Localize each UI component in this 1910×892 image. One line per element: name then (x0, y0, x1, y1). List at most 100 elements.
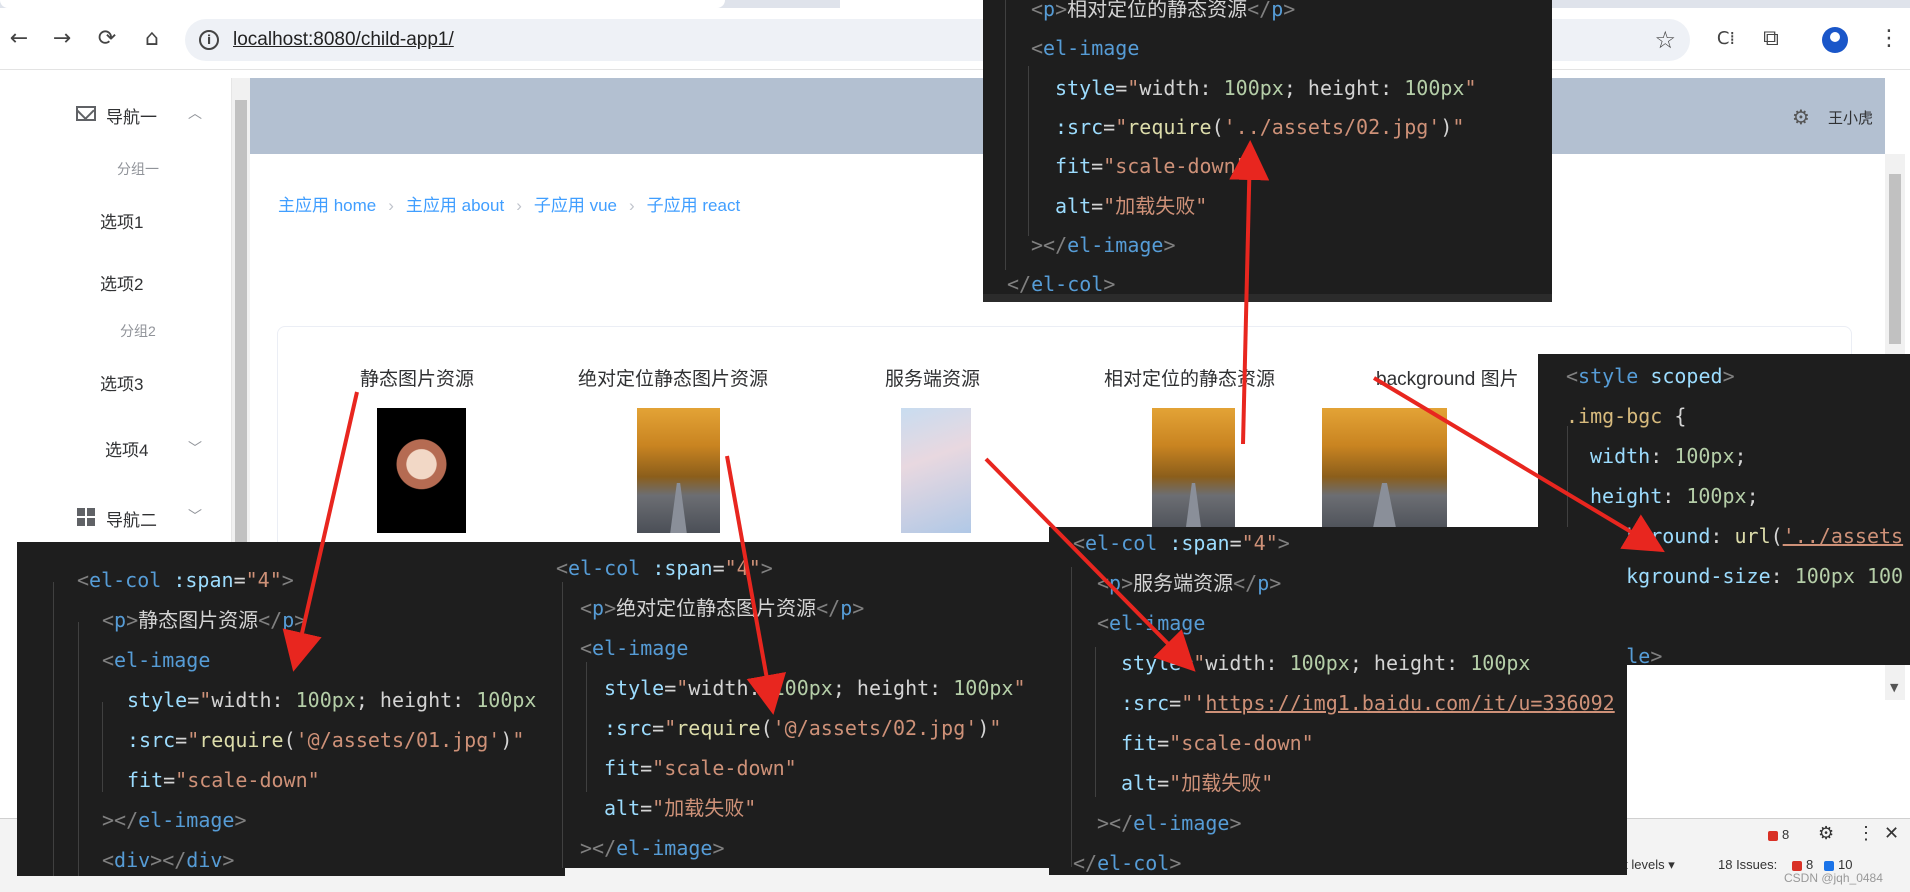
issue-info-count[interactable]: 10 (1838, 857, 1852, 872)
code-line: ></el-image> (580, 836, 725, 860)
code-line: </el-col> (1073, 851, 1182, 875)
sidebar-item-option1[interactable]: 选项1 (100, 208, 143, 233)
user-name[interactable]: 王小虎 (1828, 107, 1873, 128)
chevron-up-icon: ︿ (188, 106, 202, 122)
indent-guide (1071, 567, 1072, 867)
sidebar-item-nav1[interactable]: 导航一 (106, 103, 157, 128)
code-line: background-size: 100px 100 (1590, 564, 1904, 588)
code-line: fit="scale-down" (1055, 154, 1248, 178)
sidebar-item-option2[interactable]: 选项2 (100, 270, 143, 295)
code-line: .img-bgc { (1566, 404, 1687, 428)
code-line: ></el-image> (1097, 811, 1242, 835)
code-panel-bottom-3: <el-col :span="4"> <p>服务端资源</p> <el-imag… (1049, 527, 1627, 875)
sidebar-item-option3[interactable]: 选项3 (100, 370, 143, 395)
indent-guide (53, 582, 54, 876)
code-line: ></el-image> (1031, 233, 1176, 257)
code-line: <el-image (1031, 36, 1140, 60)
column-title-background: background 图片 (1376, 369, 1519, 390)
sidebar-item-nav2[interactable]: 导航二 (106, 506, 157, 531)
code-panel-bottom-2: <el-col :span="4"> <p>绝对定位静态图片资源</p> <el… (540, 542, 1060, 868)
breadcrumb-separator: › (516, 196, 522, 215)
chevron-down-icon: ﹀ (188, 509, 202, 525)
sidebar-scrollbar-thumb[interactable] (235, 100, 247, 565)
breadcrumb: 主应用 home › 主应用 about › 子应用 vue › 子应用 react (278, 191, 740, 216)
indent-guide (1005, 0, 1006, 270)
code-line: style="width: 100px; height: 100px (127, 688, 537, 712)
extensions-puzzle-icon[interactable]: ⧉ (1756, 24, 1786, 54)
code-line: <el-col :span="4"> (77, 568, 294, 592)
browser-toolbar: ← → ⟳ ⌂ i localhost:8080/child-app1/ ☆ C… (0, 8, 1910, 70)
code-line: <el-col :span="4"> (1073, 531, 1290, 555)
screenshot-root: ← → ⟳ ⌂ i localhost:8080/child-app1/ ☆ C… (0, 0, 1910, 892)
code-line: :src="require('@/assets/01.jpg')" (127, 728, 525, 752)
indent-guide (78, 622, 79, 876)
profile-avatar-icon[interactable] (1822, 27, 1848, 53)
code-line: :src="'https://img1.baidu.com/it/u=33609… (1121, 691, 1615, 715)
column-title-absolute: 绝对定位静态图片资源 (578, 369, 769, 390)
devtools-menu-icon[interactable]: ⋮ (1857, 823, 1875, 844)
code-line: <p>绝对定位静态图片资源</p> (580, 596, 865, 620)
code-line: :src="require('@/assets/02.jpg')" (604, 716, 1002, 740)
code-line: <el-col :span="4"> (556, 556, 773, 580)
breadcrumb-item-react[interactable]: 子应用 react (647, 196, 741, 215)
code-line: <style scoped> (1566, 364, 1735, 388)
settings-gear-icon[interactable]: ⚙ (1792, 105, 1810, 129)
indent-guide (586, 662, 587, 792)
csdn-watermark: CSDN @jqh_0484 (1784, 871, 1883, 885)
road-image (637, 408, 720, 533)
breadcrumb-item-home[interactable]: 主应用 home (278, 196, 376, 215)
road-image-relative (1152, 408, 1235, 533)
column-title-static: 静态图片资源 (360, 369, 475, 390)
code-line: alt="加载失败" (604, 796, 757, 820)
devtools-settings-icon[interactable]: ⚙ (1818, 823, 1834, 844)
sidebar-group1-label: 分组一 (117, 161, 159, 177)
code-line: fit="scale-down" (604, 756, 797, 780)
extension-cast-icon[interactable]: C⁞ (1711, 24, 1741, 54)
error-count[interactable]: 8 (1782, 827, 1789, 842)
back-icon[interactable]: ← (4, 24, 34, 54)
code-line: alt="加载失败" (1121, 771, 1274, 795)
error-icon (1768, 831, 1778, 841)
breadcrumb-item-about[interactable]: 主应用 about (406, 196, 504, 215)
code-line: ></el-image> (102, 808, 247, 832)
code-panel-top: <p>相对定位的静态资源</p> <el-image style="width:… (983, 0, 1552, 302)
browser-menu-icon[interactable]: ⋮ (1874, 24, 1904, 54)
code-line: style="width: 100px; height: 100px" (604, 676, 1026, 700)
blossom-image (901, 408, 971, 533)
code-line: background: url('../assets (1590, 524, 1904, 548)
sidebar-item-option4[interactable]: 选项4 (105, 436, 148, 461)
code-line: alt="加载失败" (1055, 194, 1208, 218)
road-image-background (1322, 408, 1447, 533)
code-line: style="width: 100px; height: 100px (1121, 651, 1531, 675)
chevron-down-icon: ﹀ (188, 441, 202, 457)
panel-scrollbar (983, 294, 1552, 302)
main-scrollbar-thumb[interactable] (1889, 174, 1901, 344)
active-tab[interactable] (0, 0, 725, 8)
code-line: fit="scale-down" (127, 768, 320, 792)
scroll-down-icon[interactable]: ▼ (1890, 681, 1898, 694)
forward-icon[interactable]: → (47, 24, 77, 54)
code-line: :src="require('../assets/02.jpg')" (1055, 115, 1465, 139)
message-icon (76, 106, 96, 121)
icecream-image (377, 408, 466, 533)
reload-icon[interactable]: ⟳ (92, 24, 122, 54)
indent-guide (1028, 66, 1029, 236)
devtools-close-icon[interactable]: ✕ (1884, 823, 1899, 844)
breadcrumb-separator: › (629, 196, 635, 215)
breadcrumb-separator: › (388, 196, 394, 215)
bookmark-star-icon[interactable]: ☆ (1654, 26, 1676, 54)
issue-info-icon (1824, 861, 1834, 871)
code-line: height: 100px; (1590, 484, 1759, 508)
site-info-icon[interactable]: i (199, 30, 219, 50)
indent-guide (102, 702, 103, 792)
url-text[interactable]: localhost:8080/child-app1/ (233, 29, 454, 51)
issue-error-count[interactable]: 8 (1806, 857, 1813, 872)
code-line: fit="scale-down" (1121, 731, 1314, 755)
sidebar-group2-label: 分组2 (120, 323, 156, 339)
code-line: style="width: 100px; height: 100px" (1055, 76, 1477, 100)
code-line: <p>服务端资源</p> (1097, 571, 1282, 595)
issues-label[interactable]: 18 Issues: (1718, 857, 1777, 872)
home-icon[interactable]: ⌂ (137, 24, 167, 54)
column-title-relative: 相对定位的静态资源 (1104, 369, 1276, 390)
breadcrumb-item-vue[interactable]: 子应用 vue (534, 196, 617, 215)
